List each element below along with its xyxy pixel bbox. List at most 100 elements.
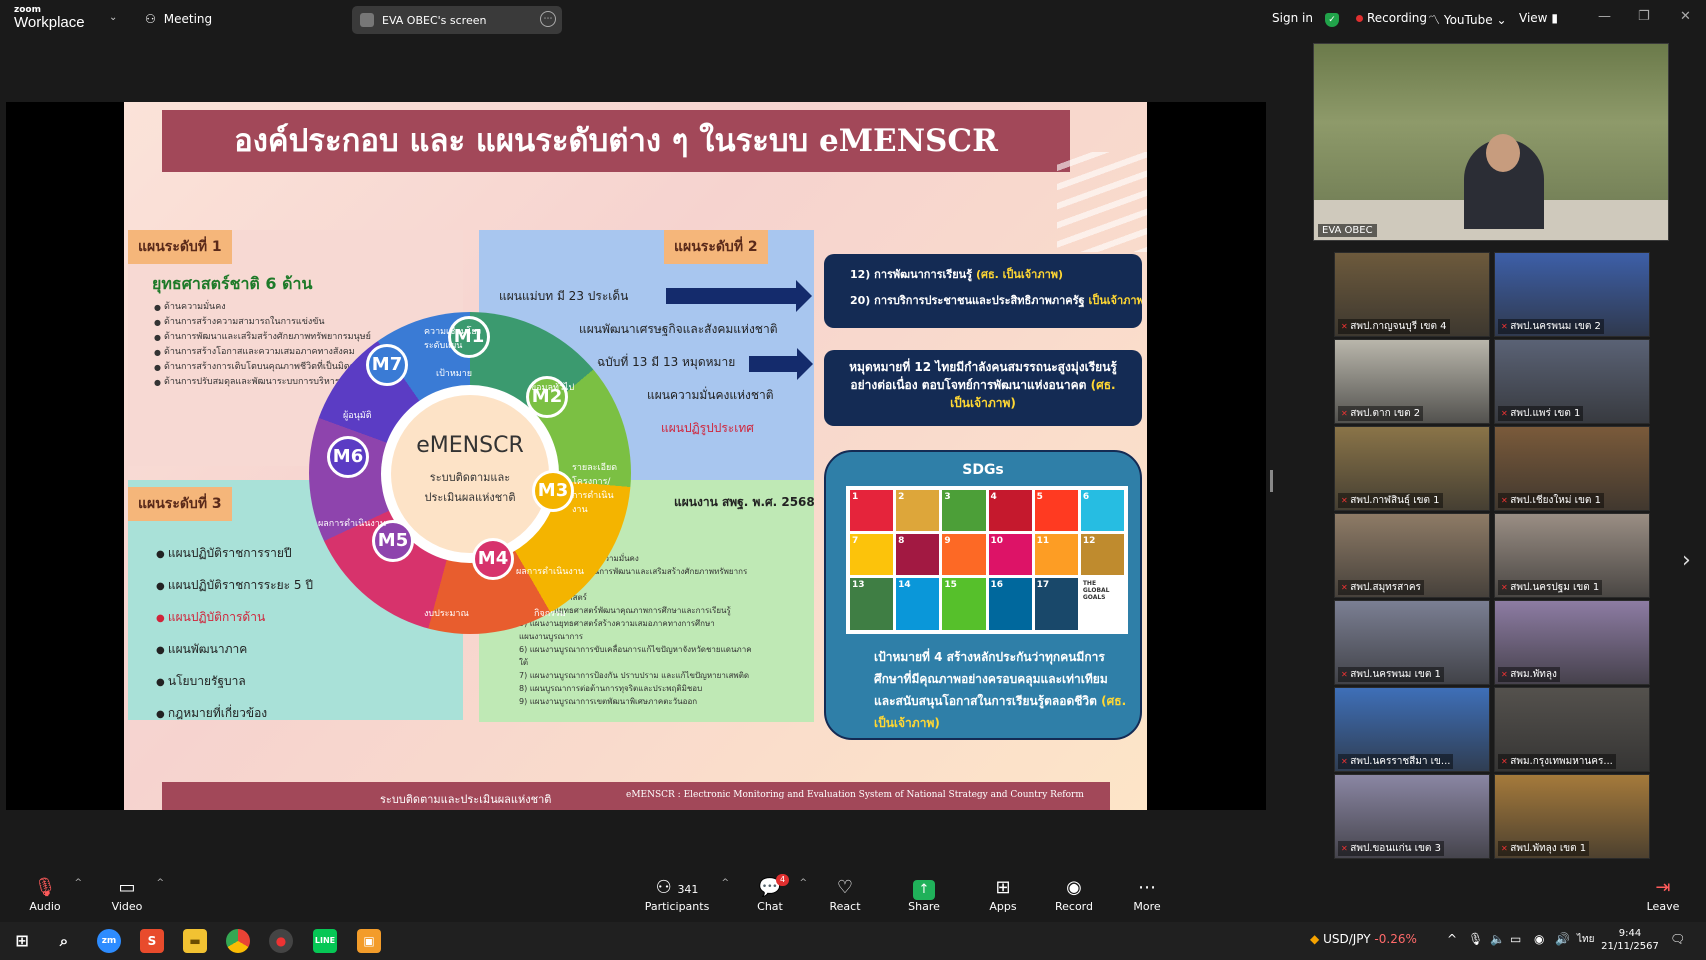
participant-tile[interactable]: สพป.แพร่ เขต 1: [1494, 339, 1650, 424]
participant-name: สพป.นครพนม เขต 2: [1498, 319, 1604, 334]
people-icon: ⚇: [145, 12, 156, 26]
chevron-up-icon[interactable]: ^: [156, 878, 164, 888]
participants-button[interactable]: ⚇ 341 Participants ^: [637, 876, 729, 913]
participant-tile[interactable]: สพป.นครพนม เขต 2: [1494, 252, 1650, 337]
stream-icon: 〽: [1428, 13, 1441, 27]
active-speaker-video[interactable]: EVA OBEC: [1313, 43, 1669, 241]
more-options-icon[interactable]: ⋯: [540, 11, 556, 27]
participant-name: สพป.แพร่ เขต 1: [1498, 406, 1584, 421]
participant-tile[interactable]: สพป.ขอนแก่น เขต 3: [1334, 774, 1490, 859]
wheel-label: ความเชื่อมโยงระดับแผน: [424, 327, 482, 351]
zoom-app-icon[interactable]: zm: [97, 929, 121, 953]
youtube-stream-menu[interactable]: 〽 YouTube ⌄: [1428, 11, 1507, 28]
record-icon: ◉: [1066, 877, 1082, 898]
chrome-icon[interactable]: [226, 929, 250, 953]
arrow-right-icon: [749, 348, 813, 380]
screen-share-avatar-icon: [360, 13, 374, 27]
participants-label: Participants: [644, 900, 710, 913]
more-icon: ⋯: [1138, 877, 1156, 898]
sign-in-link[interactable]: Sign in: [1272, 11, 1313, 25]
participant-tile[interactable]: สพป.ตาก เขต 2: [1334, 339, 1490, 424]
apps-label: Apps: [989, 900, 1017, 913]
apps-button[interactable]: ⊞ Apps: [968, 876, 1038, 913]
windows-start-icon[interactable]: ⊞: [10, 929, 34, 953]
participant-tile[interactable]: สพป.นครพนม เขต 1: [1334, 600, 1490, 685]
participant-tile[interactable]: สพป.กาญจนบุรี เขต 4: [1334, 252, 1490, 337]
participant-tile[interactable]: สพป.นครราชสีมา เข...: [1334, 687, 1490, 772]
sdg-icon: 4: [988, 490, 1032, 531]
volume-icon[interactable]: 🔊: [1555, 932, 1570, 946]
chevron-up-icon[interactable]: ^: [74, 878, 82, 888]
chevron-down-icon[interactable]: ⌄: [109, 12, 117, 23]
participant-name: สพป.พัทลุง เขต 1: [1498, 841, 1590, 856]
slideshow-app-icon[interactable]: ▣: [357, 929, 381, 953]
chat-button[interactable]: 💬 4 Chat ^: [735, 874, 807, 913]
sdg-icon: 17: [1034, 578, 1078, 630]
participant-tile[interactable]: สพป.กาฬสินธุ์ เขต 1: [1334, 426, 1490, 511]
plan-item: 9) แผนงานบูรณาการเขตพัฒนาพิเศษภาคตะวันออ…: [519, 697, 698, 706]
shared-screen-tab[interactable]: EVA OBEC's screen ⋯: [352, 6, 562, 34]
zoom-tray-icon[interactable]: ◉: [1534, 932, 1544, 946]
meeting-label: Meeting: [163, 12, 213, 26]
video-button[interactable]: ▭ Video ^: [92, 876, 164, 913]
chevron-up-icon[interactable]: ^: [1447, 932, 1457, 946]
line-app-icon[interactable]: LINE: [313, 929, 337, 953]
participant-tile[interactable]: สพป.นครปฐม เขต 1: [1494, 513, 1650, 598]
meeting-menu[interactable]: ⚇ Meeting: [145, 12, 212, 26]
search-icon[interactable]: ⌕: [52, 929, 76, 953]
level3-item: แผนพัฒนาภาค: [156, 634, 313, 666]
sdg-icon: 1: [850, 490, 894, 531]
wheel-node-m6: M6: [327, 436, 369, 478]
zoom-logo[interactable]: zoom Workplace: [14, 6, 85, 31]
chevron-right-icon[interactable]: ›: [1682, 548, 1691, 573]
record-button[interactable]: ◉ Record: [1039, 876, 1109, 913]
goal-12-line: 12) การพัฒนาการเรียนรู้ (ศธ. เป็นเจ้าภาพ…: [850, 262, 1142, 288]
sdg-goal-description: เป้าหมายที่ 4 สร้างหลักประกันว่าทุกคนมีก…: [874, 650, 1108, 708]
currency-widget[interactable]: ◆ USD/JPY -0.26%: [1310, 932, 1417, 946]
s-app-icon[interactable]: S: [140, 929, 164, 953]
maximize-icon[interactable]: ❐: [1638, 9, 1650, 24]
microphone-icon[interactable]: 🎙: [1468, 932, 1483, 946]
chat-label: Chat: [757, 900, 783, 913]
app-icon[interactable]: ●: [269, 929, 293, 953]
security-shield-icon[interactable]: ✓: [1325, 11, 1339, 27]
close-icon[interactable]: ✕: [1680, 9, 1691, 24]
currency-label: USD/JPY: [1323, 932, 1371, 946]
more-button[interactable]: ⋯ More: [1112, 876, 1182, 913]
folder-icon[interactable]: ▬: [183, 929, 207, 953]
clock-time: 9:44: [1618, 928, 1642, 939]
taskbar-clock[interactable]: 9:44 21/11/2567: [1600, 927, 1660, 953]
view-menu[interactable]: View ▮: [1519, 11, 1558, 25]
currency-icon: ◆: [1310, 932, 1320, 946]
share-button[interactable]: ↑ Share: [889, 876, 959, 913]
sdg-icon: 15: [942, 578, 986, 630]
network-icon[interactable]: ▭: [1510, 932, 1521, 946]
participant-tile[interactable]: สพป.เชียงใหม่ เขต 1: [1494, 426, 1650, 511]
participant-tile[interactable]: สพป.พัทลุง เขต 1: [1494, 774, 1650, 859]
recording-indicator[interactable]: Recording: [1356, 11, 1427, 25]
audio-button[interactable]: 🎙 Audio ^: [10, 876, 82, 913]
react-button[interactable]: ♡ React: [810, 876, 880, 913]
minimize-icon[interactable]: —: [1598, 9, 1611, 24]
view-label: View: [1519, 11, 1548, 25]
wheel-center-title: eMENSCR: [416, 433, 524, 458]
sdg-icon: 14: [896, 578, 940, 630]
participants-icon: ⚇: [655, 877, 672, 898]
goal-12-host-tag: (ศธ. เป็นเจ้าภาพ): [975, 268, 1064, 281]
chevron-up-icon[interactable]: ^: [721, 878, 729, 888]
participant-tile[interactable]: สพม.พัทลุง: [1494, 600, 1650, 685]
plan-item: 6) แผนงานบูรณาการขับเคลื่อนการแก้ไขปัญหา…: [519, 645, 752, 667]
input-language[interactable]: ไทย: [1577, 932, 1594, 947]
speaker-icon[interactable]: 🔈: [1490, 932, 1505, 946]
wheel-center-sub1: ระบบติดตามและ: [429, 471, 511, 484]
participant-tile[interactable]: สพม.กรุงเทพมหานคร...: [1494, 687, 1650, 772]
chevron-up-icon[interactable]: ^: [799, 878, 807, 888]
leave-button[interactable]: ⇥ Leave: [1628, 876, 1698, 913]
participant-tile[interactable]: สพป.สมุทรสาคร: [1334, 513, 1490, 598]
youtube-label: YouTube: [1443, 13, 1493, 27]
notification-icon[interactable]: 🗨: [1670, 932, 1685, 946]
wheel-node-m4: M4: [472, 538, 514, 580]
meeting-toolbar: 🎙 Audio ^ ▭ Video ^ ⚇ 341 Participants ^…: [0, 870, 1706, 922]
panel-resize-handle[interactable]: [1270, 470, 1273, 492]
wheel-label: ผู้อนุมัติ: [343, 411, 372, 421]
